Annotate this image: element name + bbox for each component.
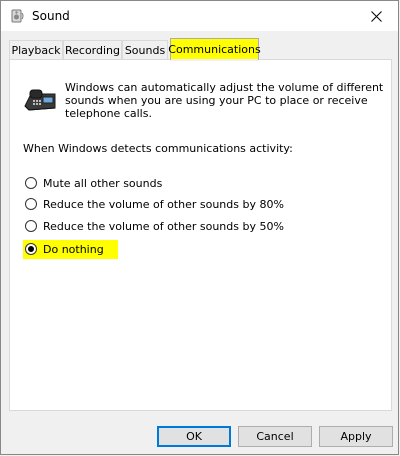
option-label: Mute all other sounds xyxy=(43,176,163,190)
tab-label: Recording xyxy=(64,43,121,57)
title-bar[interactable]: Sound xyxy=(1,1,398,31)
cancel-label: Cancel xyxy=(256,430,294,443)
description-text: Windows can automatically adjust the vol… xyxy=(65,81,384,120)
window-title: Sound xyxy=(32,9,70,23)
cancel-button[interactable]: Cancel xyxy=(238,426,312,447)
close-icon xyxy=(370,10,382,22)
option-mute-all[interactable]: Mute all other sounds xyxy=(25,175,162,191)
prompt-text: When Windows detects communications acti… xyxy=(23,142,293,155)
tab-label: Playback xyxy=(11,43,61,57)
option-label: Do nothing xyxy=(43,242,104,256)
radio-button[interactable] xyxy=(25,198,37,210)
tab-label: Sounds xyxy=(124,43,166,57)
ok-button[interactable]: OK xyxy=(157,426,231,447)
tab-recording[interactable]: Recording xyxy=(63,40,122,59)
tab-communications[interactable]: Communications xyxy=(168,38,261,61)
radio-button[interactable] xyxy=(25,220,37,232)
apply-button[interactable]: Apply xyxy=(319,426,393,447)
communications-panel: Windows can automatically adjust the vol… xyxy=(9,59,392,411)
option-reduce-80[interactable]: Reduce the volume of other sounds by 80% xyxy=(25,196,284,212)
option-label: Reduce the volume of other sounds by 80% xyxy=(43,197,284,211)
option-do-nothing[interactable]: Do nothing xyxy=(23,239,118,259)
radio-button-selected[interactable] xyxy=(25,243,37,255)
sound-dialog: Sound Playback Recording Sounds Communic… xyxy=(0,0,399,455)
tab-playback[interactable]: Playback xyxy=(9,40,63,59)
close-button[interactable] xyxy=(354,1,398,31)
option-reduce-50[interactable]: Reduce the volume of other sounds by 50% xyxy=(25,218,284,234)
telephone-icon xyxy=(24,89,56,111)
speaker-icon xyxy=(11,9,24,23)
tab-label: Communications xyxy=(168,43,261,56)
radio-button[interactable] xyxy=(25,177,37,189)
tab-sounds[interactable]: Sounds xyxy=(122,40,168,59)
highlight: Do nothing xyxy=(23,239,118,259)
option-label: Reduce the volume of other sounds by 50% xyxy=(43,219,284,233)
ok-label: OK xyxy=(186,430,202,443)
apply-label: Apply xyxy=(340,430,372,443)
